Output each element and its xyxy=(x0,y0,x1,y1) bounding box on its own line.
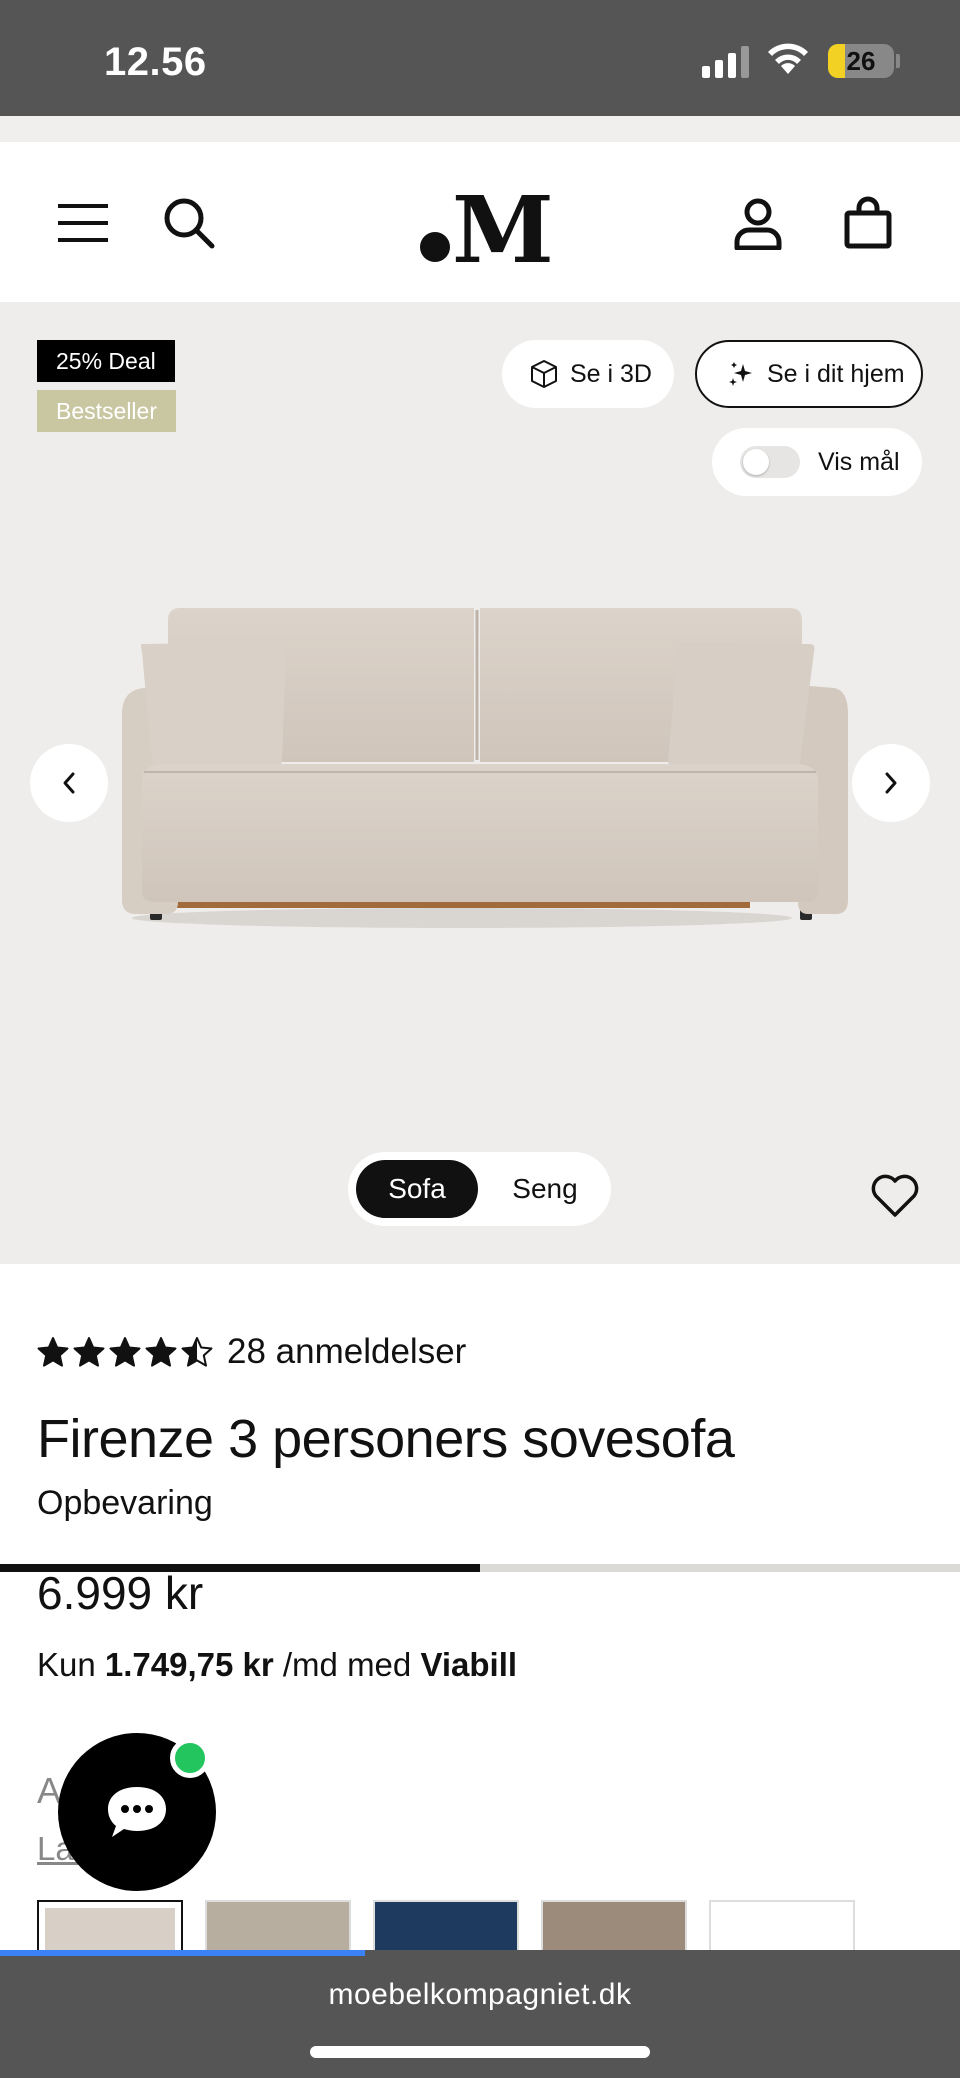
color-swatches xyxy=(37,1900,855,1952)
page-load-progress xyxy=(0,1950,365,1956)
url-bar[interactable]: moebelkompagniet.dk xyxy=(0,1978,960,2012)
chevron-left-icon xyxy=(63,772,75,794)
bestseller-badge: Bestseller xyxy=(37,390,176,432)
installment-provider: Viabill xyxy=(420,1646,518,1683)
previous-image-button[interactable] xyxy=(30,744,108,822)
view-in-home-label: Se i dit hjem xyxy=(767,359,905,388)
view-in-home-button[interactable]: Se i dit hjem xyxy=(695,340,923,408)
cube-icon xyxy=(531,360,557,388)
sofa-bed-toggle: Sofa Seng xyxy=(348,1152,611,1226)
browser-bottom-bar: moebelkompagniet.dk xyxy=(0,1950,960,2078)
home-indicator[interactable] xyxy=(310,2046,650,2058)
status-time: 12.56 xyxy=(104,40,207,84)
account-icon[interactable] xyxy=(734,198,782,250)
show-dimensions-label: Vis mål xyxy=(818,447,900,476)
announcement-bar[interactable] xyxy=(0,116,960,142)
star-full-icon xyxy=(109,1337,141,1367)
star-full-icon xyxy=(37,1337,69,1367)
installment-middle: /md med xyxy=(282,1646,412,1683)
rating-row[interactable]: 28 anmeldelser xyxy=(37,1332,466,1372)
product-price: 6.999 kr xyxy=(37,1567,204,1619)
status-bar: 12.56 26 xyxy=(0,0,960,116)
battery-level: 26 xyxy=(846,45,876,76)
color-swatch[interactable] xyxy=(541,1900,687,1952)
review-count[interactable]: 28 anmeldelser xyxy=(227,1332,466,1372)
segment-seng[interactable]: Seng xyxy=(488,1160,602,1218)
wifi-icon xyxy=(768,43,808,74)
chat-bubble-icon xyxy=(108,1787,166,1837)
view-3d-button[interactable]: Se i 3D xyxy=(502,340,674,408)
chevron-right-icon xyxy=(885,772,897,794)
deal-badge: 25% Deal xyxy=(37,340,175,382)
rating-stars xyxy=(37,1336,213,1368)
online-status-dot xyxy=(170,1738,210,1778)
site-header: M xyxy=(0,142,960,302)
segment-sofa[interactable]: Sofa xyxy=(356,1160,478,1218)
color-swatch[interactable] xyxy=(709,1900,855,1952)
installment-prefix: Kun xyxy=(37,1646,96,1683)
cart-icon[interactable] xyxy=(844,196,892,250)
battery-tip xyxy=(896,54,900,68)
color-swatch-fill xyxy=(45,1908,175,1950)
show-dimensions-toggle[interactable]: Vis mål xyxy=(712,428,922,496)
star-full-icon xyxy=(145,1337,177,1367)
color-swatch[interactable] xyxy=(373,1900,519,1952)
dimensions-switch[interactable] xyxy=(740,446,800,478)
sparkles-icon xyxy=(729,362,752,386)
brand-logo[interactable]: M xyxy=(420,184,554,276)
view-3d-label: Se i 3D xyxy=(570,359,652,388)
product-subtitle: Opbevaring xyxy=(37,1484,213,1522)
installment-amount: 1.749,75 kr xyxy=(104,1646,274,1683)
search-icon[interactable] xyxy=(162,196,216,250)
product-gallery[interactable]: 25% Deal Bestseller Se i 3D Se i dit hje… xyxy=(0,302,960,1572)
logo-text: M xyxy=(452,176,554,284)
star-half-icon xyxy=(181,1337,213,1367)
battery-icon: 26 xyxy=(828,44,894,78)
color-swatch[interactable] xyxy=(37,1900,183,1952)
wishlist-heart-icon[interactable] xyxy=(870,1174,920,1218)
next-image-button[interactable] xyxy=(852,744,930,822)
product-title: Firenze 3 personers sovesofa xyxy=(37,1409,735,1469)
installment-info: Kun 1.749,75 kr /md med Viabill xyxy=(37,1646,517,1684)
sofa-image xyxy=(122,608,848,928)
color-swatch[interactable] xyxy=(205,1900,351,1952)
cellular-signal-icon xyxy=(702,46,749,78)
menu-icon[interactable] xyxy=(58,202,110,244)
star-full-icon xyxy=(73,1337,105,1367)
